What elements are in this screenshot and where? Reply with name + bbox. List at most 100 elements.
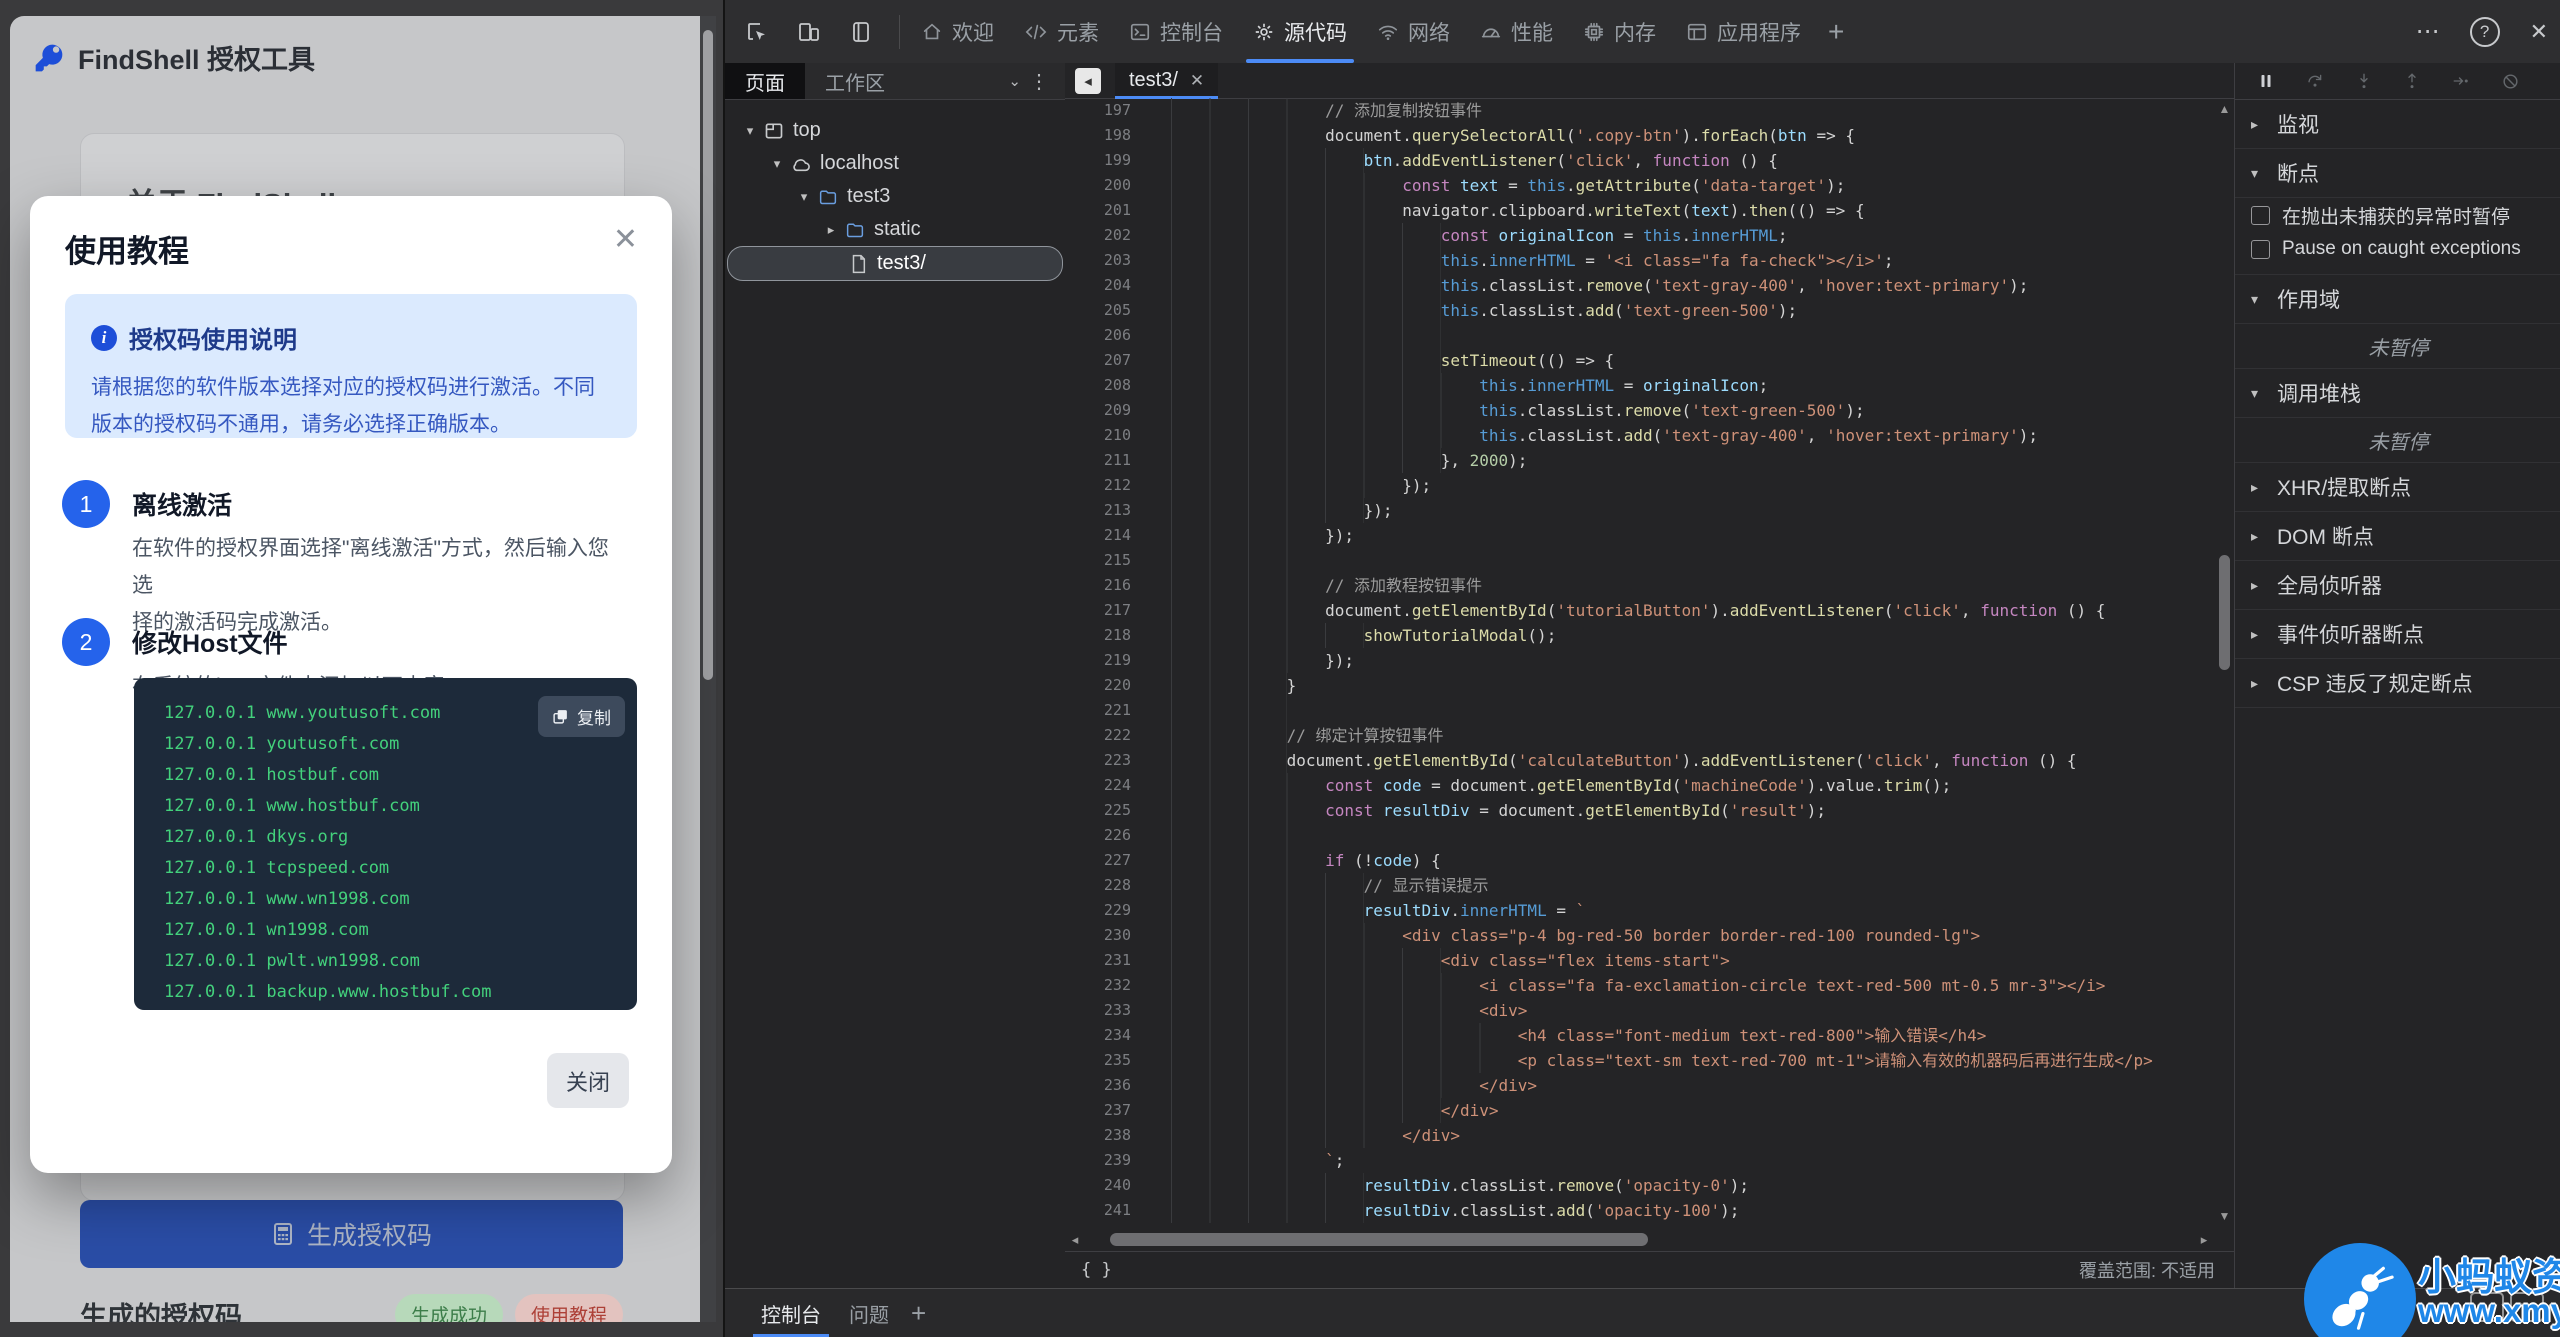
- add-tab-button[interactable]: +: [1816, 16, 1856, 48]
- section-header-8[interactable]: ▸ CSP 违反了规定断点: [2235, 659, 2560, 708]
- line-number[interactable]: 212: [1065, 473, 1147, 498]
- line-number[interactable]: 237: [1065, 1098, 1147, 1123]
- line-number[interactable]: 216: [1065, 573, 1147, 598]
- more-menu-icon[interactable]: ⋯: [2416, 17, 2440, 46]
- breakpoint-checkbox-row[interactable]: Pause on caught exceptions: [2235, 232, 2560, 266]
- section-header-6[interactable]: ▸ 全局侦听器: [2235, 561, 2560, 610]
- scroll-left-icon[interactable]: ◂: [1065, 1232, 1085, 1248]
- tree-item-frame[interactable]: ▾ top: [725, 114, 1065, 147]
- checkbox[interactable]: [2251, 205, 2270, 225]
- tab-performance[interactable]: 性能: [1465, 0, 1568, 63]
- horizontal-scrollbar[interactable]: ◂ ▸: [1065, 1227, 2214, 1252]
- scroll-right-icon[interactable]: ▸: [2194, 1232, 2214, 1248]
- chevron-down-icon[interactable]: ▾: [793, 189, 815, 205]
- tree-item-cloud[interactable]: ▾ localhost: [725, 147, 1065, 180]
- section-header-0[interactable]: ▸ 监视: [2235, 100, 2560, 149]
- line-number[interactable]: 210: [1065, 423, 1147, 448]
- line-number[interactable]: 198: [1065, 123, 1147, 148]
- line-number[interactable]: 221: [1065, 698, 1147, 723]
- section-header-1[interactable]: ▾ 断点: [2235, 149, 2560, 198]
- line-number[interactable]: 206: [1065, 323, 1147, 348]
- line-number[interactable]: 234: [1065, 1023, 1147, 1048]
- pretty-print-button[interactable]: { }: [1065, 1260, 1112, 1280]
- step-into-icon[interactable]: [2355, 72, 2373, 90]
- chevron-right-icon[interactable]: ▸: [820, 222, 842, 238]
- line-number[interactable]: 223: [1065, 748, 1147, 773]
- line-number[interactable]: 229: [1065, 898, 1147, 923]
- line-number[interactable]: 199: [1065, 148, 1147, 173]
- line-number[interactable]: 204: [1065, 273, 1147, 298]
- modal-close-button[interactable]: 关闭: [547, 1053, 629, 1108]
- copy-button[interactable]: 复制: [538, 696, 625, 737]
- line-number[interactable]: 202: [1065, 223, 1147, 248]
- section-header-2[interactable]: ▾ 作用域: [2235, 275, 2560, 324]
- vertical-scrollbar[interactable]: ▲ ▼: [2214, 98, 2235, 1227]
- line-number[interactable]: 226: [1065, 823, 1147, 848]
- line-number[interactable]: 233: [1065, 998, 1147, 1023]
- device-toolbar-icon[interactable]: [797, 20, 821, 44]
- line-number[interactable]: 203: [1065, 248, 1147, 273]
- tab-elements[interactable]: 元素: [1009, 0, 1114, 63]
- section-header-5[interactable]: ▸ DOM 断点: [2235, 512, 2560, 561]
- close-icon[interactable]: ✕: [613, 222, 638, 257]
- line-number[interactable]: 232: [1065, 973, 1147, 998]
- line-number[interactable]: 213: [1065, 498, 1147, 523]
- drawer-tab-issues[interactable]: 问题: [835, 1289, 903, 1337]
- line-number[interactable]: 240: [1065, 1173, 1147, 1198]
- line-number[interactable]: 231: [1065, 948, 1147, 973]
- page-scrollbar[interactable]: [700, 16, 716, 1322]
- tree-item-folder[interactable]: ▸ static: [725, 213, 1065, 246]
- tab-memory[interactable]: 内存: [1568, 0, 1671, 63]
- line-number[interactable]: 238: [1065, 1123, 1147, 1148]
- tree-item-folder[interactable]: ▾ test3: [725, 180, 1065, 213]
- line-number[interactable]: 228: [1065, 873, 1147, 898]
- scroll-up-icon[interactable]: ▲: [2214, 102, 2235, 116]
- deactivate-breakpoints-icon[interactable]: [2501, 72, 2520, 91]
- line-number[interactable]: 222: [1065, 723, 1147, 748]
- tab-page[interactable]: 页面: [725, 63, 805, 99]
- devtools-close-icon[interactable]: ✕: [2530, 19, 2548, 45]
- line-number[interactable]: 220: [1065, 673, 1147, 698]
- kebab-menu-icon[interactable]: ⋮: [1029, 63, 1049, 99]
- line-number[interactable]: 215: [1065, 548, 1147, 573]
- tab-workspace[interactable]: 工作区: [805, 63, 905, 99]
- line-number[interactable]: 197: [1065, 98, 1147, 123]
- step-icon[interactable]: [2451, 72, 2471, 90]
- line-number[interactable]: 209: [1065, 398, 1147, 423]
- drawer-tab-console[interactable]: 控制台: [747, 1289, 835, 1337]
- tree-item-file[interactable]: test3/: [727, 246, 1063, 281]
- tab-console[interactable]: 控制台: [1114, 0, 1238, 63]
- line-number[interactable]: 225: [1065, 798, 1147, 823]
- page-scrollbar-thumb[interactable]: [703, 30, 713, 680]
- line-number[interactable]: 236: [1065, 1073, 1147, 1098]
- section-header-7[interactable]: ▸ 事件侦听器断点: [2235, 610, 2560, 659]
- tab-application[interactable]: 应用程序: [1671, 0, 1816, 63]
- line-number[interactable]: 214: [1065, 523, 1147, 548]
- drawer-add-tab-icon[interactable]: +: [911, 1298, 926, 1329]
- tutorial-badge[interactable]: 使用教程: [514, 1294, 623, 1322]
- checkbox[interactable]: [2251, 239, 2270, 259]
- step-out-icon[interactable]: [2403, 72, 2421, 90]
- inspect-icon[interactable]: [745, 20, 769, 44]
- scroll-down-icon[interactable]: ▼: [2214, 1209, 2235, 1223]
- section-header-4[interactable]: ▸ XHR/提取断点: [2235, 463, 2560, 512]
- line-number[interactable]: 224: [1065, 773, 1147, 798]
- line-number[interactable]: 219: [1065, 648, 1147, 673]
- line-number[interactable]: 205: [1065, 298, 1147, 323]
- line-number[interactable]: 200: [1065, 173, 1147, 198]
- editor-tab[interactable]: test3/ ✕: [1115, 63, 1219, 99]
- line-number[interactable]: 227: [1065, 848, 1147, 873]
- breakpoint-checkbox-row[interactable]: 在抛出未捕获的异常时暂停: [2235, 198, 2560, 232]
- line-number[interactable]: 239: [1065, 1148, 1147, 1173]
- chevron-down-icon[interactable]: ▾: [766, 156, 788, 172]
- help-icon[interactable]: ?: [2469, 16, 2500, 47]
- line-number[interactable]: 217: [1065, 598, 1147, 623]
- generate-license-button[interactable]: 生成授权码: [80, 1200, 623, 1268]
- tab-network[interactable]: 网络: [1362, 0, 1465, 63]
- section-header-3[interactable]: ▾ 调用堆栈: [2235, 369, 2560, 418]
- step-over-icon[interactable]: [2305, 72, 2325, 90]
- vertical-scrollbar-thumb[interactable]: [2219, 555, 2230, 670]
- close-tab-icon[interactable]: ✕: [1190, 71, 1204, 91]
- chevron-down-icon[interactable]: ▾: [739, 123, 761, 139]
- line-number[interactable]: 211: [1065, 448, 1147, 473]
